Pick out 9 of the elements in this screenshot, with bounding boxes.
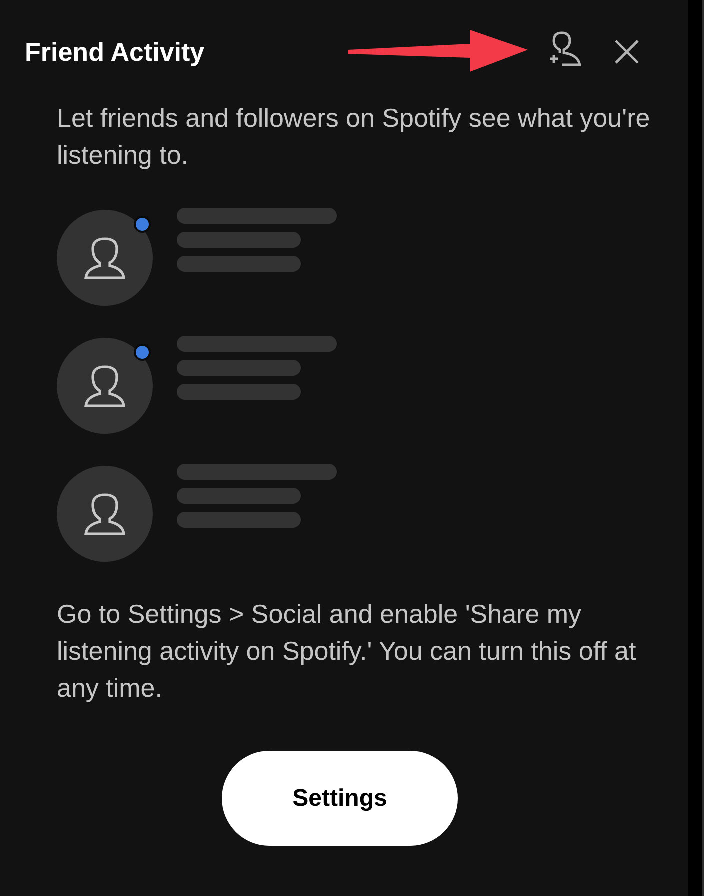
intro-text: Let friends and followers on Spotify see what you're listening to.	[57, 102, 652, 172]
add-friend-icon[interactable]	[548, 31, 582, 67]
person-icon	[84, 236, 126, 280]
instructions-text: Go to Settings > Social and enable 'Share my listening activity on Spotify.' You can turn this off at any time.	[57, 598, 638, 705]
panel-title: Friend Activity	[25, 36, 205, 68]
person-icon	[84, 492, 126, 536]
settings-button[interactable]: Settings	[222, 751, 458, 846]
close-icon[interactable]	[614, 39, 640, 65]
person-icon	[84, 364, 126, 408]
